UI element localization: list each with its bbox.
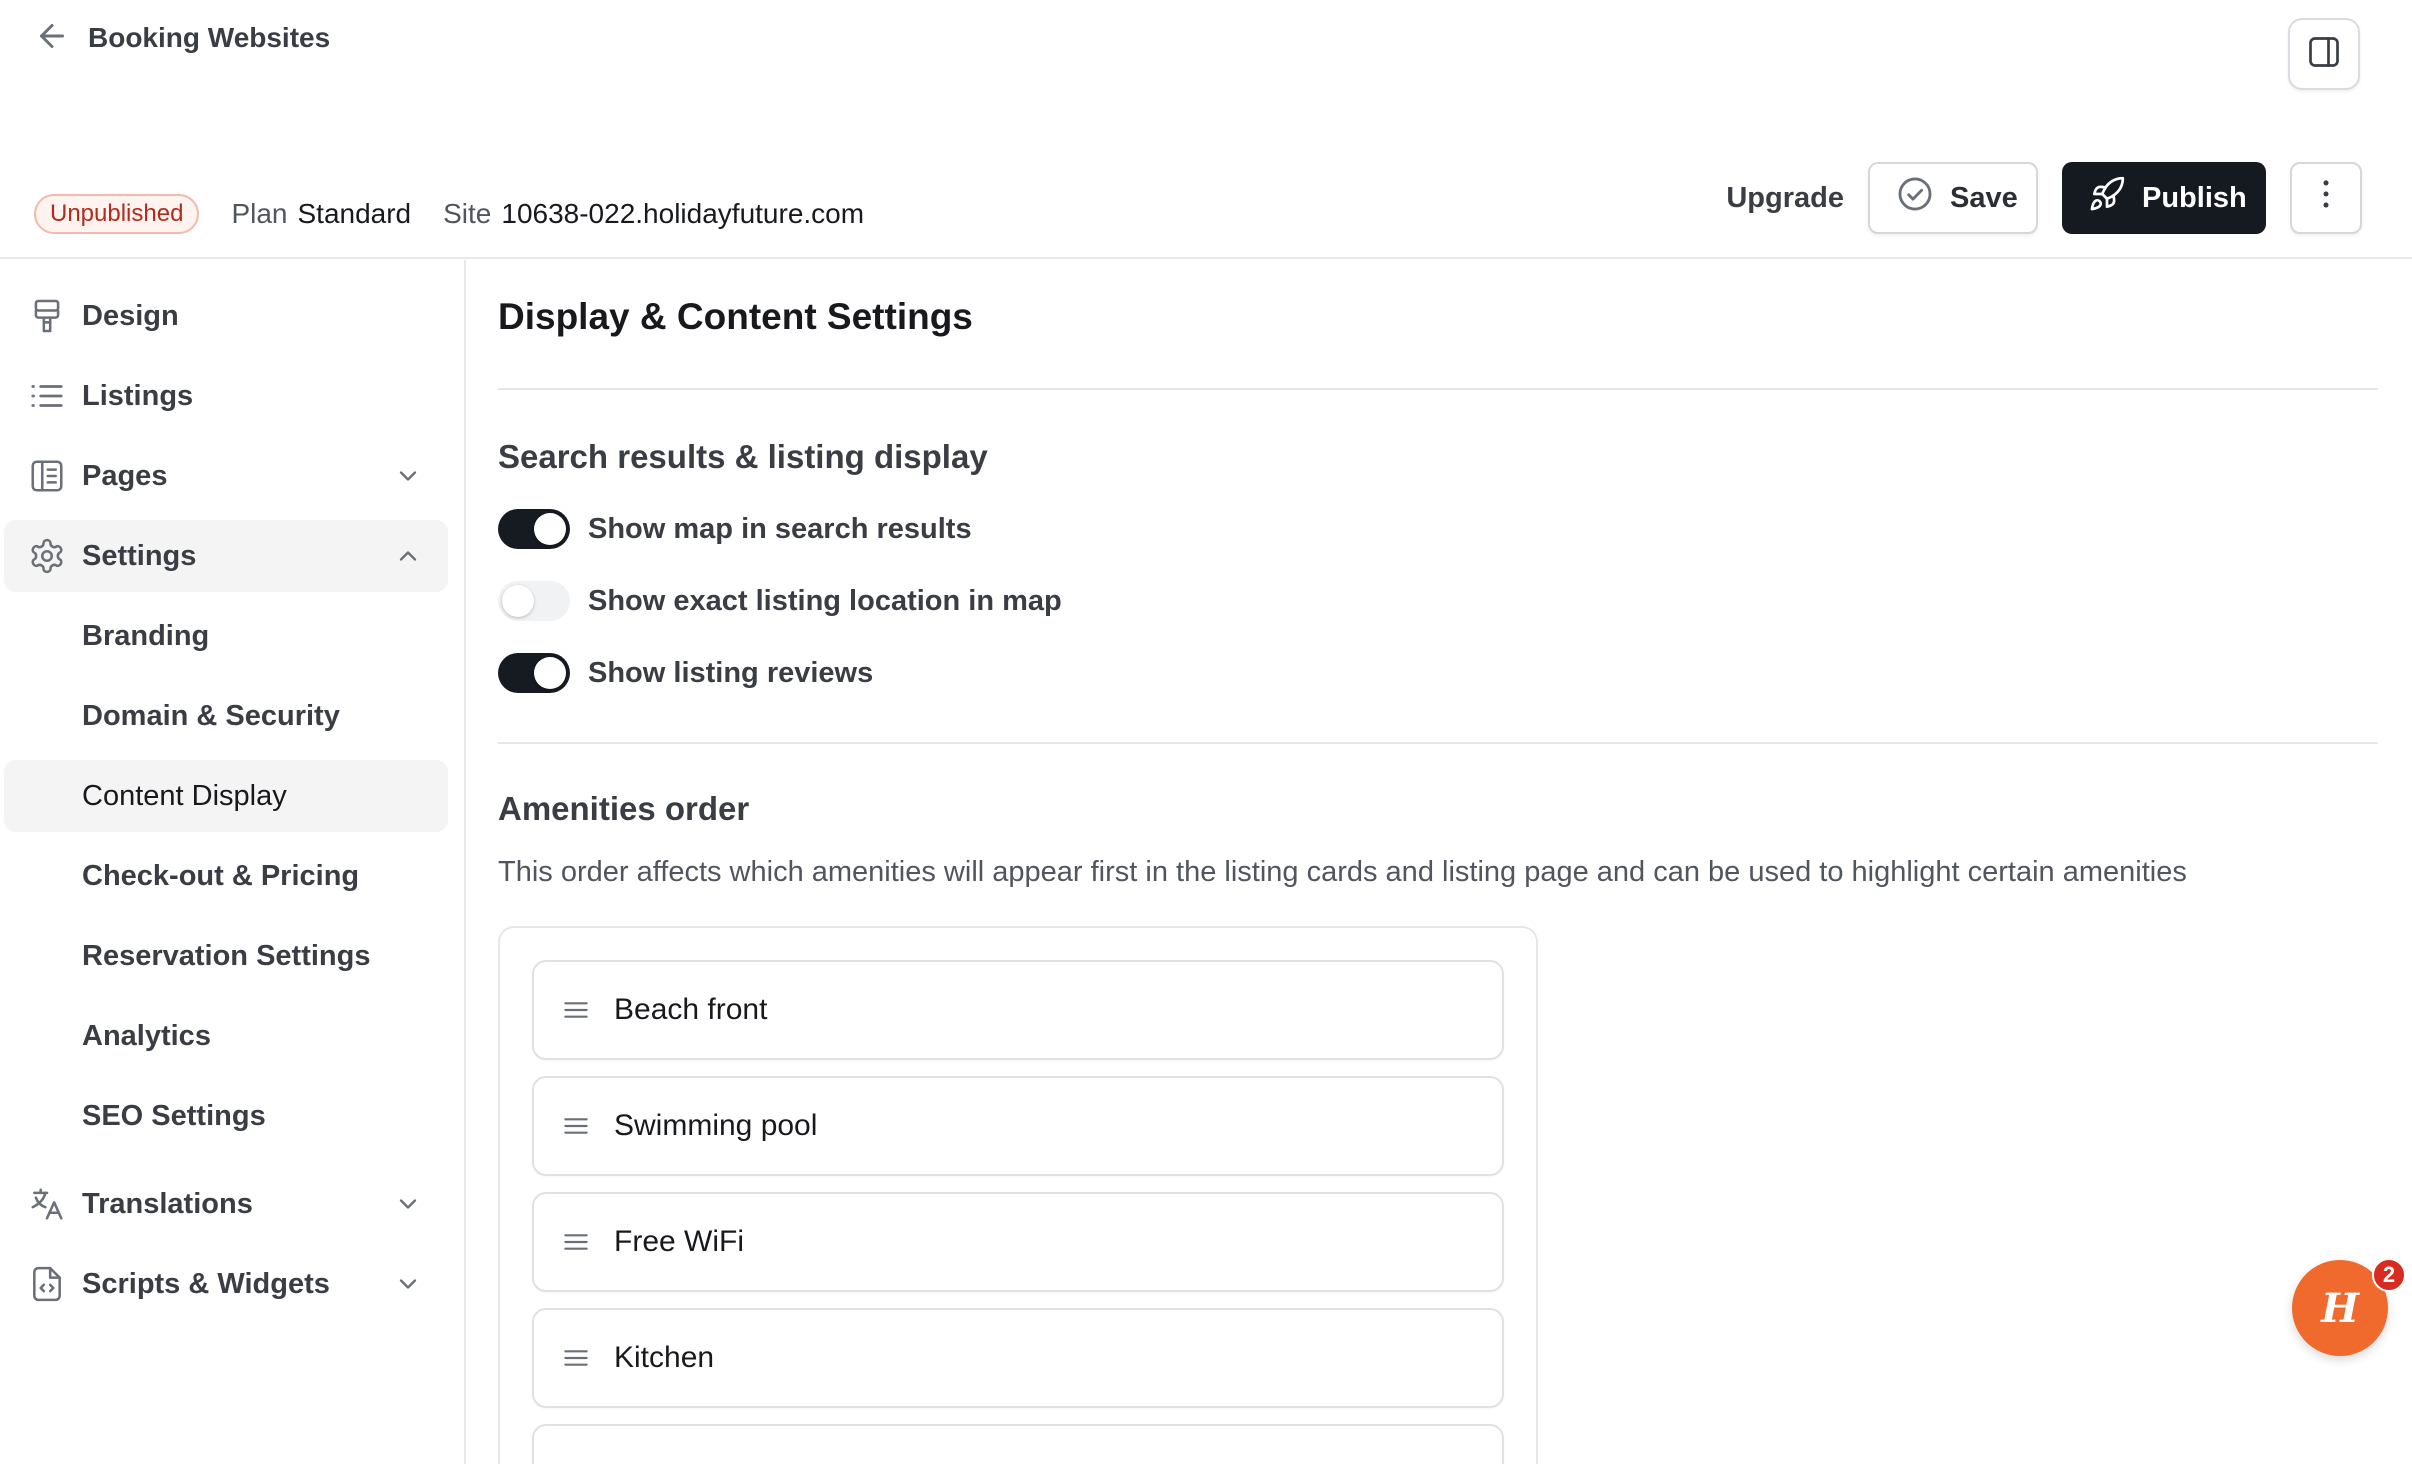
back-link[interactable]: Booking Websites xyxy=(34,16,330,60)
sidebar-subitem-seo-settings[interactable]: SEO Settings xyxy=(4,1080,448,1152)
sidebar-subitem-domain-security[interactable]: Domain & Security xyxy=(4,680,448,752)
sidebar-item-label: Translations xyxy=(82,1187,253,1220)
site-meta: Unpublished Plan Standard Site 10638-022… xyxy=(34,194,896,234)
chevron-up-icon xyxy=(394,542,422,570)
main-content: Display & Content Settings Search result… xyxy=(468,260,2412,1464)
divider xyxy=(498,388,2378,390)
amenity-item[interactable]: Swimming pool xyxy=(532,1076,1504,1176)
paint-roller-icon xyxy=(28,297,66,335)
sidebar-item-label: Pages xyxy=(82,459,168,492)
sidebar-subitem-analytics[interactable]: Analytics xyxy=(4,1000,448,1072)
toggle-knob xyxy=(502,585,534,617)
sidebar-subitem-label: Content Display xyxy=(82,779,287,812)
book-icon xyxy=(28,457,66,495)
check-circle-icon xyxy=(1896,175,1934,221)
toggle-row-listing-reviews[interactable]: Show listing reviews xyxy=(498,653,873,693)
drag-handle-icon[interactable] xyxy=(560,1342,592,1374)
chat-logo-icon: H xyxy=(2321,1284,2359,1332)
header-actions: Upgrade Save Publish xyxy=(1726,162,2362,234)
sidebar-subitem-label: Check-out & Pricing xyxy=(82,859,360,892)
top-header: Booking Websites Unpublished Plan Standa… xyxy=(0,0,2412,259)
sidebar-item-label: Settings xyxy=(82,539,197,572)
chevron-down-icon xyxy=(394,1190,422,1218)
save-label: Save xyxy=(1950,181,2018,214)
amenity-name: Beach front xyxy=(614,993,768,1026)
more-options-button[interactable] xyxy=(2290,162,2362,234)
toggle-knob xyxy=(534,657,566,689)
sidebar-item-listings[interactable]: Listings xyxy=(4,360,448,432)
amenity-item[interactable]: Kitchen xyxy=(532,1308,1504,1408)
sidebar-subitem-label: Analytics xyxy=(82,1019,211,1052)
unread-count-badge: 2 xyxy=(2372,1258,2406,1292)
amenity-name: Swimming pool xyxy=(614,1109,818,1142)
divider xyxy=(498,742,2378,744)
drag-handle-icon[interactable] xyxy=(560,994,592,1026)
sidebar-item-settings[interactable]: Settings xyxy=(4,520,448,592)
amenity-item[interactable]: Free WiFi xyxy=(532,1192,1504,1292)
amenities-description: This order affects which amenities will … xyxy=(498,856,2187,888)
amenity-item[interactable]: Beach front xyxy=(532,960,1504,1060)
translate-icon xyxy=(28,1185,66,1223)
sidebar-item-label: Design xyxy=(82,299,179,332)
save-button[interactable]: Save xyxy=(1868,162,2038,234)
sidebar-subitem-label: Branding xyxy=(82,619,210,652)
sidebar-subitem-label: Reservation Settings xyxy=(82,939,371,972)
amenity-item[interactable] xyxy=(532,1424,1504,1464)
toggle-label: Show listing reviews xyxy=(588,656,874,689)
section-title-search-results: Search results & listing display xyxy=(498,438,988,475)
sidebar-item-translations[interactable]: Translations xyxy=(4,1168,448,1240)
gear-icon xyxy=(28,537,66,575)
publish-button[interactable]: Publish xyxy=(2062,162,2266,234)
toggle-label: Show exact listing location in map xyxy=(588,584,1062,617)
toggle-switch[interactable] xyxy=(498,581,570,621)
back-link-label: Booking Websites xyxy=(88,22,331,53)
section-title-amenities: Amenities order xyxy=(498,790,750,827)
chevron-down-icon xyxy=(394,1270,422,1298)
panel-toggle-button[interactable] xyxy=(2288,18,2360,90)
sidebar-panel-icon xyxy=(2306,34,2342,75)
sidebar: Design Listings Pages Settings Branding … xyxy=(0,260,466,1464)
page-title: Display & Content Settings xyxy=(498,296,973,337)
arrow-left-icon xyxy=(34,18,70,59)
sidebar-subitem-content-display[interactable]: Content Display xyxy=(4,760,448,832)
upgrade-button[interactable]: Upgrade xyxy=(1726,182,1844,215)
sidebar-subitem-reservation-settings[interactable]: Reservation Settings xyxy=(4,920,448,992)
sidebar-subitem-label: Domain & Security xyxy=(82,699,340,732)
toggle-row-show-map[interactable]: Show map in search results xyxy=(498,509,972,549)
sidebar-item-label: Scripts & Widgets xyxy=(82,1267,330,1300)
plan-value: Standard xyxy=(297,198,412,229)
toggle-switch[interactable] xyxy=(498,653,570,693)
publish-label: Publish xyxy=(2142,181,2247,214)
kebab-menu-icon xyxy=(2307,175,2345,221)
chat-widget-button[interactable]: H 2 xyxy=(2292,1258,2406,1356)
amenity-name: Free WiFi xyxy=(614,1225,744,1258)
plan-label: Plan xyxy=(231,198,288,229)
sidebar-item-label: Listings xyxy=(82,379,194,412)
amenity-name: Kitchen xyxy=(614,1341,715,1374)
status-badge: Unpublished xyxy=(34,194,200,234)
site-label: Site xyxy=(443,198,492,229)
list-icon xyxy=(28,377,66,415)
code-file-icon xyxy=(28,1265,66,1303)
sidebar-subitem-label: SEO Settings xyxy=(82,1099,266,1132)
sidebar-subitem-branding[interactable]: Branding xyxy=(4,600,448,672)
sidebar-item-scripts-widgets[interactable]: Scripts & Widgets xyxy=(4,1248,448,1320)
sidebar-subitem-checkout-pricing[interactable]: Check-out & Pricing xyxy=(4,840,448,912)
toggle-switch[interactable] xyxy=(498,509,570,549)
toggle-knob xyxy=(534,513,566,545)
site-url[interactable]: 10638-022.holidayfuture.com xyxy=(501,198,864,230)
amenities-sortable-list: Beach front Swimming pool Free WiFi Kitc… xyxy=(498,926,1538,1464)
toggle-label: Show map in search results xyxy=(588,512,972,545)
drag-handle-icon[interactable] xyxy=(560,1110,592,1142)
sidebar-item-design[interactable]: Design xyxy=(4,280,448,352)
sidebar-item-pages[interactable]: Pages xyxy=(4,440,448,512)
chevron-down-icon xyxy=(394,462,422,490)
toggle-row-exact-location[interactable]: Show exact listing location in map xyxy=(498,581,1062,621)
drag-handle-icon[interactable] xyxy=(560,1226,592,1258)
rocket-icon xyxy=(2088,175,2126,221)
